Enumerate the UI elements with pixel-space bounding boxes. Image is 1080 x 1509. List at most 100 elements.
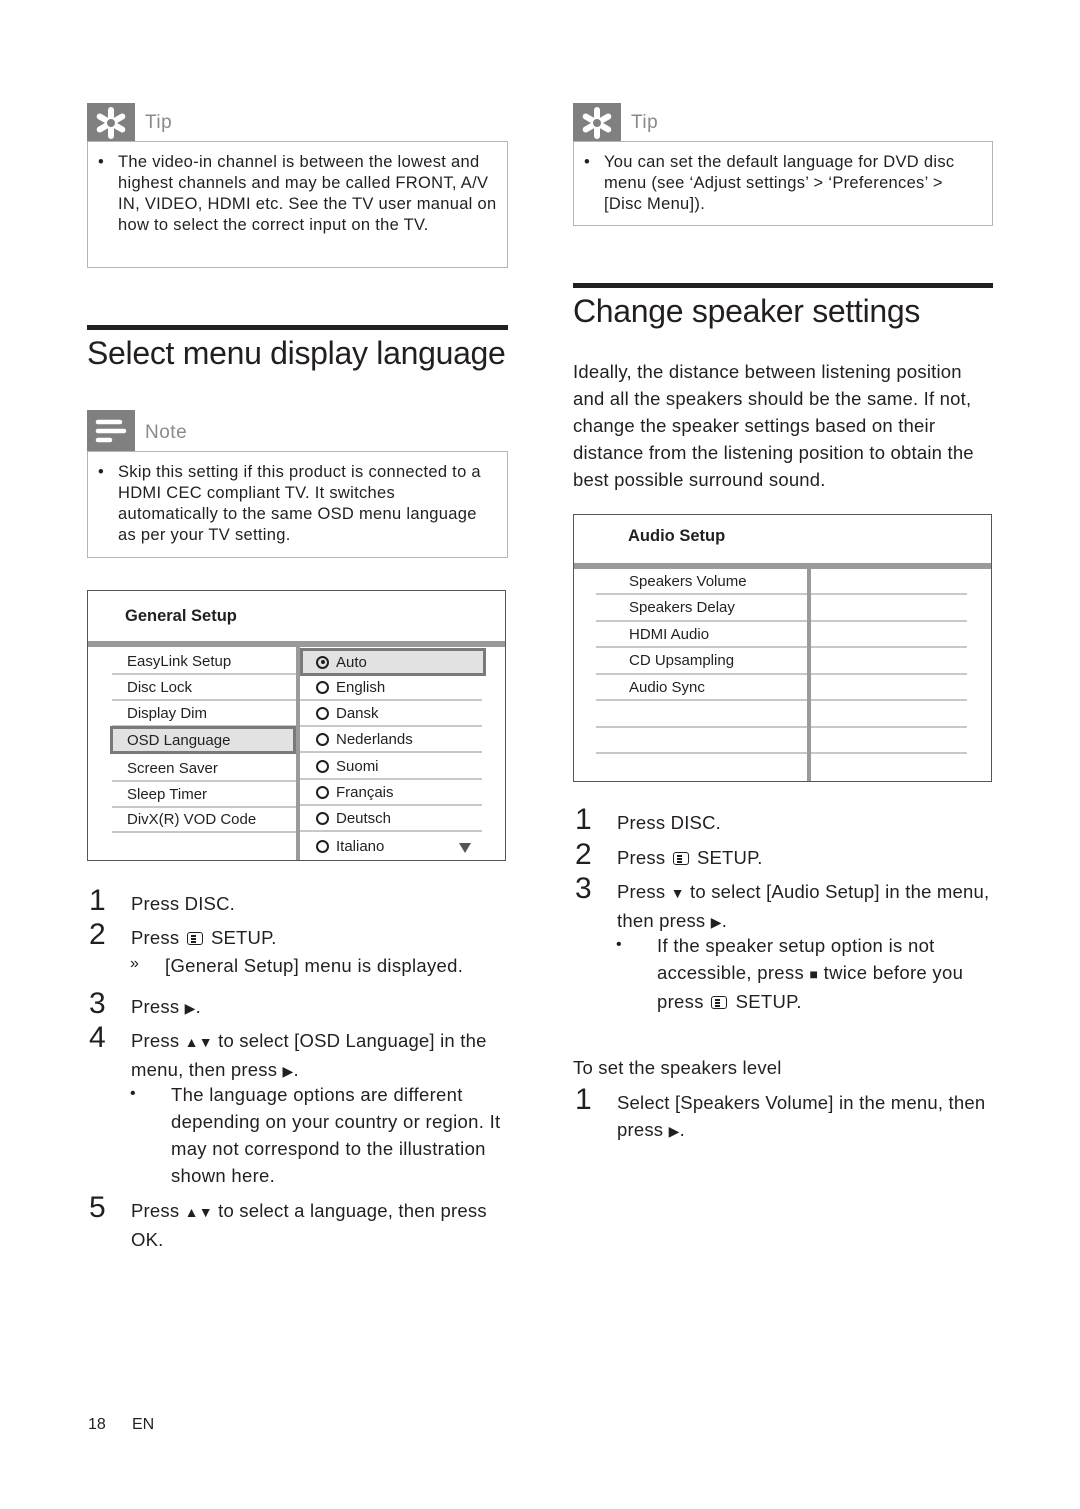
tip-header-right: Tip [573,103,993,143]
menu-item[interactable]: Speakers Volume [596,569,807,595]
menu-item-label: Audio Sync [629,678,705,696]
menu-item[interactable]: Audio Sync [596,675,807,701]
menu-item[interactable]: Speakers Delay [596,596,807,622]
section-title-menu-language: Select menu display language [87,335,506,371]
tip-header-left: Tip [87,103,508,143]
note-lines-icon [87,410,135,452]
language-option-label: Deutsch [336,809,392,827]
right-arrow-icon: ▶ [710,914,722,930]
menu-item[interactable]: EasyLink Setup [112,649,296,675]
asterisk-icon [87,103,135,143]
language-code: EN [132,1416,155,1433]
language-option-label: Auto [336,653,367,671]
language-option[interactable]: Nederlands [300,727,482,753]
right-arrow-icon: ▶ [282,1063,294,1079]
value-cell [811,702,967,728]
value-cell [811,675,967,701]
step-text-content: Press DISC. [131,893,235,914]
step-text: Press SETUP. [617,844,763,871]
language-option[interactable]: Italiano [300,833,482,859]
step-3-bullet: If the speaker setup option is not acces… [657,932,993,1015]
radio-icon [316,811,329,825]
step-text-content: Press [617,881,671,902]
page-number: 18 [88,1416,106,1433]
menu-item-label: Screen Saver [127,759,218,777]
step-number: 1 [575,1083,592,1116]
general-setup-screen: General Setup EasyLink Setup Disc Lock Dis… [87,590,506,861]
down-arrow-icon: ▼ [670,885,685,901]
step-number: 1 [89,884,106,917]
step-number: 2 [89,918,106,951]
screen-title: Audio Setup [628,527,726,545]
section-title-speaker-settings: Change speaker settings [573,293,921,329]
menu-item-label: HDMI Audio [629,625,710,643]
step-text-content: Press DISC. [617,812,721,833]
step-number: 1 [575,803,592,836]
tip-bullet: You can set the default language for DVD… [584,152,982,215]
menu-item[interactable]: Disc Lock [112,675,296,701]
step-text-content: Press [131,996,185,1017]
step-text-content: Press [617,847,671,868]
result-marker: » [130,955,139,972]
menu-item-label: Disc Lock [127,678,193,696]
bullet-text: SETUP. [730,991,802,1012]
step-2-result: [General Setup] menu is displayed. [165,955,464,976]
step-text: Press DISC. [617,809,721,836]
step-4-bullet: The language options are different depen… [171,1084,501,1186]
menu-item-label: DivX(R) VOD Code [127,810,257,828]
step-number: 2 [575,838,592,871]
language-option-label: Italiano [336,837,385,855]
radio-icon [316,785,329,799]
step-text: Select [Speakers Volume] in the menu, th… [617,1089,987,1145]
language-option[interactable]: English [300,675,482,701]
menu-item-label: Sleep Timer [127,785,208,803]
step-text-content: Press [131,927,185,948]
menu-item-empty [596,728,807,754]
step-text: Press ▼ to select [Audio Setup] in the m… [617,878,992,936]
note-bullet: Skip this setting if this product is con… [98,462,497,546]
language-option[interactable]: Suomi [300,754,482,780]
menu-item[interactable]: CD Upsampling [596,649,807,675]
menu-item-label: Speakers Volume [629,572,747,590]
menu-item[interactable]: Display Dim [112,701,296,727]
value-cell [811,596,967,622]
value-cell [811,622,967,648]
step-text-content: SETUP. [205,927,277,948]
radio-icon [316,839,329,853]
tip-title: Tip [145,112,173,133]
stop-icon: ■ [809,966,819,982]
step-text-content: . [721,910,728,931]
step-text: Press ▲▼ to select a language, then pres… [131,1197,509,1253]
menu-item[interactable]: DivX(R) VOD Code [112,807,296,833]
menu-item-empty [596,702,807,728]
menu-item[interactable]: Sleep Timer [112,782,296,808]
language-option[interactable]: Français [300,780,482,806]
radio-icon [316,732,329,746]
language-option[interactable]: Deutsch [300,806,482,832]
screen-title: General Setup [125,607,237,625]
radio-icon [316,706,329,720]
setup-icon [186,932,203,945]
step-text-content: SETUP. [691,847,763,868]
value-cell [811,728,967,754]
setup-icon [711,996,728,1009]
tip-bullet: The video-in channel is between the lowe… [98,152,497,236]
language-option[interactable]: Auto [300,648,486,676]
step-text-content: Press [131,1200,185,1221]
step-number: 3 [89,987,106,1020]
language-option-label: Suomi [336,757,379,775]
scroll-down-icon[interactable] [459,843,471,853]
step-text-content: Press [131,1030,185,1051]
audio-setup-screen: Audio Setup Speakers Volume Speakers Dela… [573,514,992,782]
up-down-arrow-icon: ▲▼ [184,1034,213,1050]
menu-item[interactable]: HDMI Audio [596,622,807,648]
menu-item[interactable]: OSD Language [110,726,296,754]
language-option[interactable]: Dansk [300,701,482,727]
menu-item-empty [112,833,296,859]
menu-item[interactable]: Screen Saver [112,756,296,782]
speaker-intro-paragraph: Ideally, the distance between listening … [573,361,974,490]
value-cell [811,649,967,675]
section-rule [573,283,993,288]
step-text: Press ▶. [131,993,201,1022]
menu-item-label: Display Dim [127,704,208,722]
